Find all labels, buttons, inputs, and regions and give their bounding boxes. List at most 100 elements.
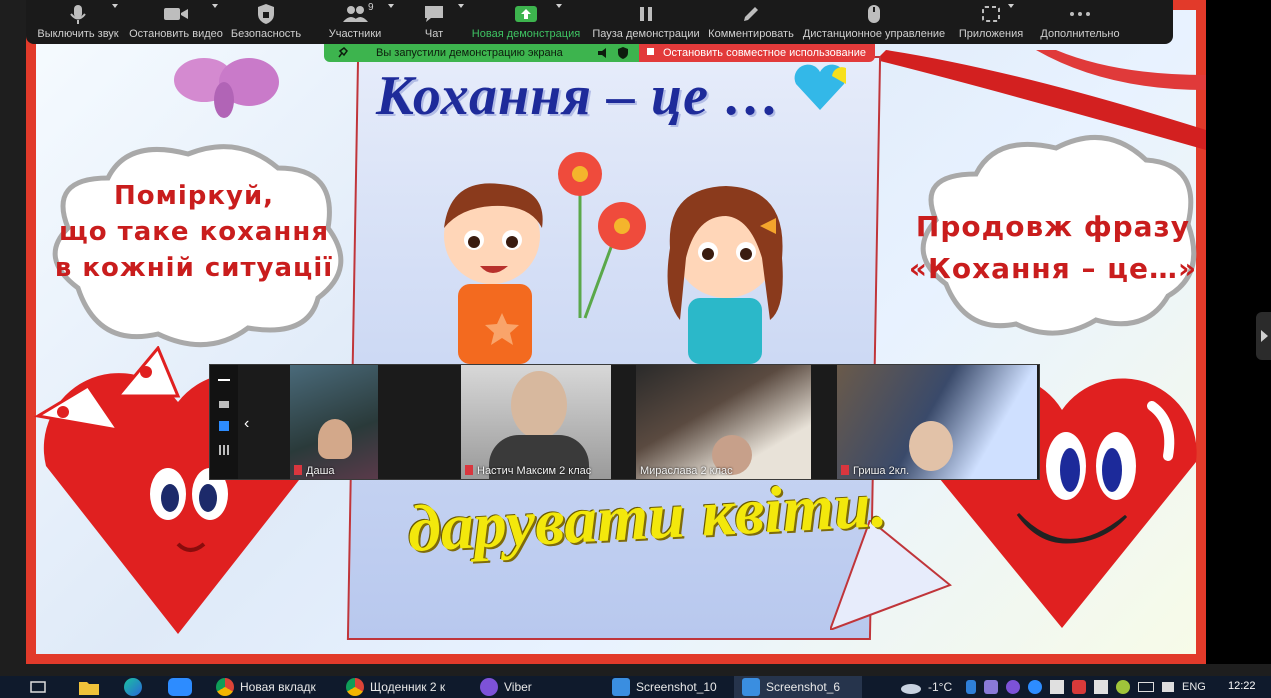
heart-icon [794, 64, 846, 110]
participant-tile[interactable]: Настич Максим 2 клас [461, 365, 611, 479]
chevron-down-icon[interactable] [112, 4, 118, 8]
participant-video [511, 371, 567, 439]
zoom-tray-icon[interactable] [1028, 680, 1042, 694]
viber-icon [480, 678, 498, 696]
remote-control-button[interactable]: Дистанционное управление [800, 0, 948, 44]
participant-video [909, 421, 953, 471]
sharing-status-bar[interactable]: Вы запустили демонстрацию экрана [324, 44, 639, 62]
right-cloud-line-1: Продовж фразу [915, 210, 1191, 243]
more-button[interactable]: Дополнительно [1034, 0, 1126, 44]
annotate-label: Комментировать [708, 28, 794, 40]
pause-share-label: Пауза демонстрации [592, 28, 700, 40]
kids-illustration [444, 152, 783, 364]
microphone-icon [67, 0, 89, 28]
microphone-muted-icon [841, 465, 849, 475]
speaker-icon[interactable] [598, 48, 610, 58]
participant-name: Мираслава 2 клас [640, 465, 733, 477]
meeting-toolbar: Выключить звук Остановить видео Безопасн… [26, 0, 1173, 44]
annotate-button[interactable]: Комментировать [702, 0, 800, 44]
participant-tile[interactable]: Гриша 2кл. [837, 365, 1037, 479]
tray-app-icon[interactable] [1050, 680, 1064, 694]
shield-icon [256, 0, 276, 28]
stop-share-label: Остановить совместное использование [663, 47, 866, 59]
task-view-button[interactable] [30, 676, 46, 698]
zoom-app-icon [168, 678, 192, 696]
clock-time[interactable]: 12:22 [1228, 680, 1256, 692]
mute-button[interactable]: Выключить звук [32, 0, 124, 44]
pencil-icon [741, 0, 761, 28]
windows-taskbar: Новая вкладк Щоденник 2 к Viber Screensh… [0, 676, 1271, 698]
chevron-down-icon[interactable] [1008, 4, 1014, 8]
taskbar-app-chrome-tab[interactable]: Новая вкладк [216, 676, 316, 698]
bluetooth-icon[interactable] [966, 680, 976, 694]
speaker-icon[interactable] [1162, 682, 1174, 692]
participants-icon [341, 0, 369, 28]
taskbar-app-screenshot-10[interactable]: Screenshot_10 [612, 676, 717, 698]
microphone-muted-icon [294, 465, 302, 475]
grid-view-icon[interactable] [219, 445, 229, 455]
share-screen-icon [514, 0, 538, 28]
apps-button[interactable]: Приложения [948, 0, 1034, 44]
stop-icon [647, 48, 654, 55]
tray-app-icon[interactable] [1094, 680, 1108, 694]
mute-label: Выключить звук [37, 28, 119, 40]
mouse-icon [867, 0, 881, 28]
edge-icon [124, 678, 142, 696]
participant-tile[interactable]: Мираслава 2 клас [636, 365, 811, 479]
viber-tray-icon[interactable] [1006, 680, 1020, 694]
pause-share-button[interactable]: Пауза демонстрации [590, 0, 702, 44]
chevron-down-icon[interactable] [388, 4, 394, 8]
participant-name: Даша [306, 465, 335, 477]
video-camera-icon [163, 0, 189, 28]
participants-count-badge: 9 [368, 2, 374, 13]
stop-share-button[interactable]: Остановить совместное использование [639, 44, 875, 62]
chat-label: Чат [424, 28, 444, 40]
tray-app-icon[interactable] [1072, 680, 1086, 694]
taskbar-app-chrome-diary[interactable]: Щоденник 2 к [346, 676, 445, 698]
apps-icon [981, 0, 1001, 28]
file-explorer-button[interactable] [78, 676, 100, 698]
minimize-icon[interactable] [218, 379, 230, 381]
chevron-down-icon[interactable] [556, 4, 562, 8]
microphone-muted-icon [465, 465, 473, 475]
participant-video-strip: ‹ Даша Настич Максим 2 клас Мираслава 2 … [209, 364, 1040, 480]
new-share-button[interactable]: Новая демонстрация [462, 0, 590, 44]
stop-video-button[interactable]: Остановить видео [124, 0, 228, 44]
taskbar-app-label: Screenshot_10 [636, 680, 717, 694]
weather-widget[interactable]: -1°C [900, 676, 952, 698]
system-tray[interactable]: ENG [966, 676, 1206, 698]
pin-icon [338, 47, 348, 58]
task-view-icon [30, 681, 46, 693]
zoom-button[interactable] [168, 676, 198, 698]
chat-button[interactable]: Чат [406, 0, 464, 44]
pause-icon [638, 0, 654, 28]
sharing-status-text: Вы запустили демонстрацию экрана [376, 47, 563, 59]
taskbar-app-screenshot-6[interactable]: Screenshot_6 [734, 676, 862, 698]
security-button[interactable]: Безопасность [228, 0, 304, 44]
participant-name: Гриша 2кл. [853, 465, 910, 477]
chat-icon [423, 0, 445, 28]
single-view-icon[interactable] [219, 401, 229, 408]
taskbar-app-label: Новая вкладк [240, 680, 316, 694]
language-indicator[interactable]: ENG [1182, 681, 1206, 693]
right-cloud-text: Продовж фразу «Кохання – це…» [908, 206, 1198, 290]
tray-app-icon[interactable] [1116, 680, 1130, 694]
taskbar-app-viber[interactable]: Viber [480, 676, 532, 698]
battery-icon[interactable] [1138, 682, 1154, 692]
apps-label: Приложения [958, 28, 1024, 40]
shield-icon[interactable] [618, 47, 628, 59]
participant-name: Настич Максим 2 клас [477, 465, 592, 477]
tray-app-icon[interactable] [984, 680, 998, 694]
left-cloud-line-1: Поміркуй, [113, 181, 275, 211]
strip-view-icon[interactable] [219, 421, 229, 431]
strip-controls [210, 365, 238, 479]
cloud-icon [901, 684, 921, 694]
participants-button[interactable]: 9 Участники [304, 0, 406, 44]
taskbar-app-label: Щоденник 2 к [370, 680, 446, 694]
scroll-left-icon[interactable]: ‹ [244, 415, 249, 433]
expand-panel-button[interactable] [1256, 312, 1271, 360]
edge-button[interactable] [124, 676, 148, 698]
participant-tile[interactable]: Даша [290, 365, 378, 479]
participant-video [318, 419, 352, 459]
chevron-down-icon[interactable] [212, 4, 218, 8]
